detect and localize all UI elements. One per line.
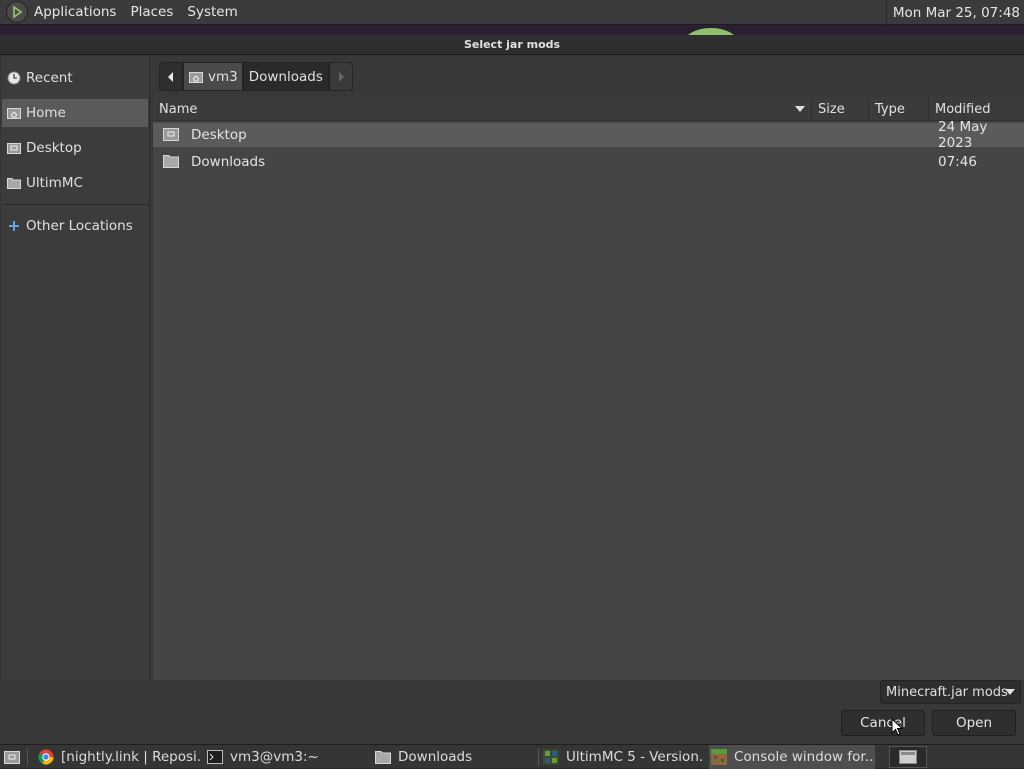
path-segment-home[interactable]: vm3 xyxy=(183,62,243,91)
taskbar-item-chrome[interactable]: [nightly.link | Reposi... xyxy=(38,745,200,769)
path-bar: vm3 Downloads xyxy=(159,62,353,91)
system-menu[interactable]: System xyxy=(187,4,237,20)
sidebar-item-other-locations[interactable]: Other Locations xyxy=(2,212,148,240)
sort-descending-icon xyxy=(795,106,805,112)
file-filter-select[interactable]: Minecraft.jar mods xyxy=(880,680,1021,704)
taskbar-item-label: Console window for... xyxy=(734,749,875,765)
taskbar-item-label: vm3@vm3:~ xyxy=(230,749,319,765)
file-browser-main: vm3 Downloads Name Size Type Modified De… xyxy=(153,56,1024,680)
column-header-size[interactable]: Size xyxy=(812,97,869,121)
file-filter-value: Minecraft.jar mods xyxy=(886,684,1008,700)
path-segment-label: vm3 xyxy=(208,68,238,85)
dialog-titlebar[interactable]: Select jar mods xyxy=(0,35,1024,55)
places-sidebar: Recent Home Desktop UltimMC Other Locati… xyxy=(2,56,150,680)
file-name: Desktop xyxy=(191,127,247,143)
taskbar-item-label: UltimMC 5 - Version... xyxy=(566,749,704,765)
desktop-background xyxy=(0,25,1024,35)
folder-icon xyxy=(163,154,179,170)
minecraft-icon xyxy=(711,749,727,765)
applications-menu[interactable]: Applications xyxy=(34,4,116,20)
sidebar-item-label: Other Locations xyxy=(26,218,133,234)
sidebar-item-label: Desktop xyxy=(26,140,82,156)
sidebar-item-label: Home xyxy=(26,105,66,121)
taskbar-item-ultimmc[interactable]: UltimMC 5 - Version... xyxy=(543,745,704,769)
taskbar-item-label: Downloads xyxy=(398,749,473,765)
workspace-icon xyxy=(899,750,917,764)
folder-icon xyxy=(375,751,391,764)
file-modified: 24 May 2023 xyxy=(938,119,988,151)
recent-icon xyxy=(6,70,22,86)
clock[interactable]: Mon Mar 25, 07:48 xyxy=(885,0,1024,25)
sidebar-item-home[interactable]: Home xyxy=(2,99,148,127)
open-button[interactable]: Open xyxy=(932,710,1016,736)
column-label: Size xyxy=(818,101,845,117)
sidebar-item-label: Recent xyxy=(26,70,73,86)
path-segment-downloads[interactable]: Downloads xyxy=(242,62,329,91)
file-list[interactable]: Name Size Type Modified Desktop 24 May 2… xyxy=(153,97,1024,680)
sidebar-item-label: UltimMC xyxy=(26,175,83,191)
taskbar-item-console-window[interactable]: Console window for... xyxy=(709,745,875,769)
ultimmc-icon xyxy=(543,749,559,765)
column-label: Type xyxy=(875,101,905,117)
taskbar-item-downloads[interactable]: Downloads xyxy=(375,745,535,769)
path-forward-button[interactable] xyxy=(328,62,353,91)
path-back-button[interactable] xyxy=(159,62,183,91)
chrome-icon xyxy=(38,749,54,765)
taskbar-divider xyxy=(538,748,539,766)
file-modified: 07:46 xyxy=(938,154,977,170)
cancel-button[interactable]: Cancel xyxy=(841,710,925,736)
desktop-wallpaper-shape xyxy=(684,28,738,35)
taskbar-item-label: [nightly.link | Reposi... xyxy=(61,749,200,765)
file-chooser-dialog: Select jar mods Recent Home Desktop Ulti… xyxy=(0,35,1024,744)
column-label: Modified xyxy=(935,101,991,117)
terminal-icon xyxy=(207,750,223,764)
show-desktop-icon[interactable] xyxy=(2,747,22,767)
desktop-folder-icon xyxy=(163,127,179,143)
sidebar-item-desktop[interactable]: Desktop xyxy=(2,134,148,162)
taskbar-item-terminal[interactable]: vm3@vm3:~ xyxy=(207,745,367,769)
home-folder-icon xyxy=(188,69,204,85)
sidebar-item-ultimmc[interactable]: UltimMC xyxy=(2,169,148,197)
top-panel: Applications Places System Mon Mar 25, 0… xyxy=(0,0,1024,25)
chevron-left-icon xyxy=(168,71,173,82)
file-row-downloads[interactable]: Downloads 07:46 xyxy=(153,150,1024,174)
dialog-title: Select jar mods xyxy=(463,38,561,51)
workspace-switcher[interactable] xyxy=(889,746,927,768)
folder-icon xyxy=(6,175,22,191)
places-menu[interactable]: Places xyxy=(130,4,173,20)
column-header-modified[interactable]: Modified xyxy=(929,97,1024,121)
column-header-type[interactable]: Type xyxy=(869,97,929,121)
taskbar-divider xyxy=(27,748,28,766)
chevron-down-icon xyxy=(1005,689,1015,695)
chevron-right-icon xyxy=(338,71,344,82)
desktop-folder-icon xyxy=(6,140,22,156)
file-list-header: Name Size Type Modified xyxy=(153,97,1024,121)
mouse-cursor-icon xyxy=(891,718,903,736)
sidebar-divider xyxy=(2,204,150,205)
column-label: Name xyxy=(159,101,198,117)
file-name: Downloads xyxy=(191,154,266,170)
taskbar: [nightly.link | Reposi... vm3@vm3:~ Down… xyxy=(0,744,1024,769)
home-folder-icon xyxy=(6,105,22,121)
path-segment-label: Downloads xyxy=(248,68,323,85)
column-header-name[interactable]: Name xyxy=(153,97,812,121)
sidebar-item-recent[interactable]: Recent xyxy=(2,64,148,92)
plus-icon xyxy=(6,218,22,234)
file-row-desktop[interactable]: Desktop 24 May 2023 xyxy=(153,119,1024,151)
mate-logo-icon[interactable] xyxy=(6,1,28,23)
